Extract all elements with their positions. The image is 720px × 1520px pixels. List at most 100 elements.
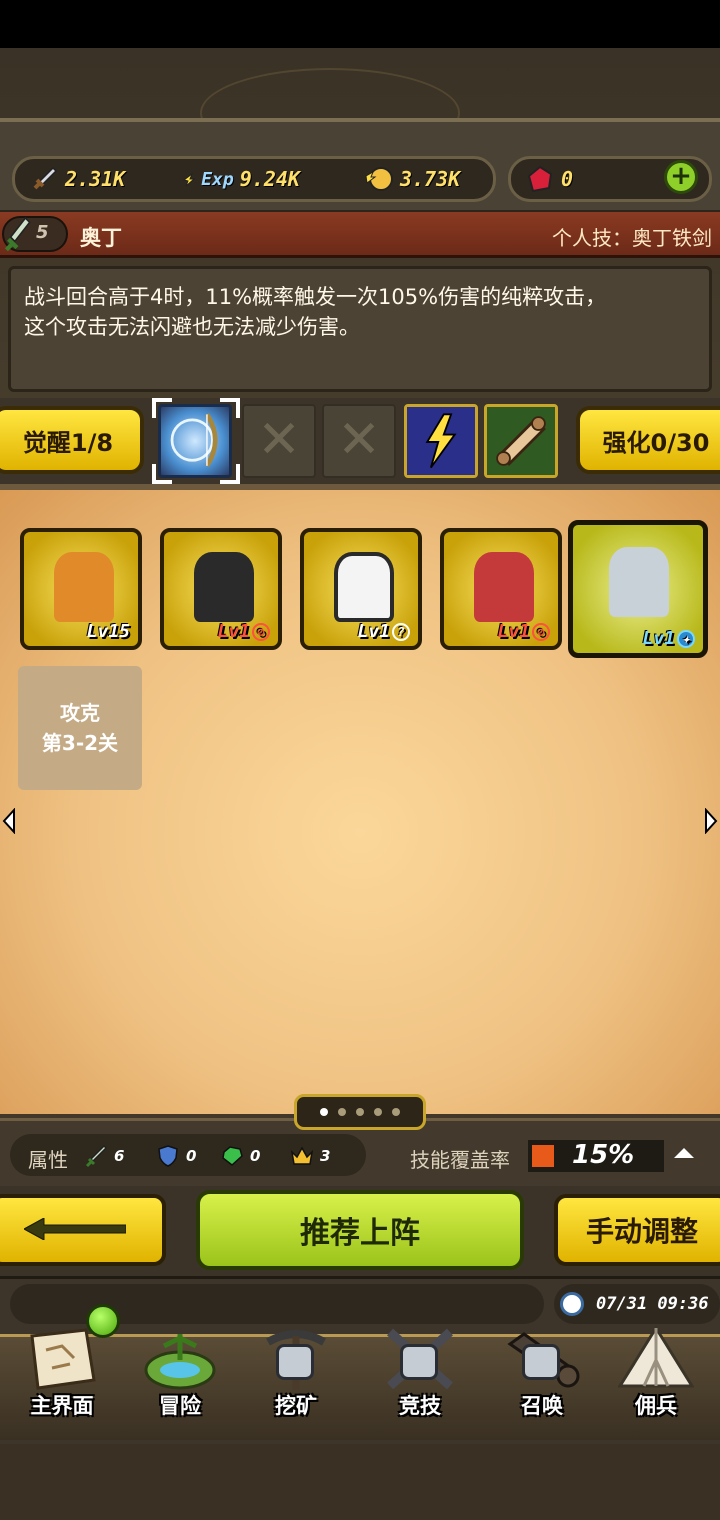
attr-gem-value: 0 xyxy=(250,1147,261,1165)
scroll-left-icon[interactable] xyxy=(2,808,16,834)
nav-arena[interactable]: 竞技 xyxy=(364,1324,476,1424)
expand-up-icon[interactable] xyxy=(674,1148,694,1158)
page-dot xyxy=(392,1108,400,1116)
skill-coverage-label: 技能覆盖率 xyxy=(410,1148,510,1172)
page-indicator xyxy=(294,1094,426,1130)
description-line-1: 战斗回合高于4时，11%概率触发一次105%伤害的纯粹攻击， xyxy=(24,285,607,309)
attr-crown-value: 3 xyxy=(320,1147,331,1165)
locked-hero-slot[interactable]: 攻克 第3-2关 xyxy=(18,666,142,790)
hero-card-1[interactable]: Lv15 xyxy=(20,528,142,650)
add-gems-button[interactable]: + xyxy=(664,160,698,194)
hero-level-badge xyxy=(2,216,68,252)
hero-card-level: Lv1 xyxy=(642,628,675,649)
gold-resource: 3.73K xyxy=(364,164,460,194)
unlock-condition-line1: 攻克 xyxy=(60,701,100,725)
selection-corner-bl xyxy=(152,464,172,484)
hero-personal-skill: 个人技：奥丁铁剑 xyxy=(552,226,712,250)
back-arrow-icon xyxy=(24,1218,126,1240)
gold-coin-icon xyxy=(365,167,393,191)
nav-main-label: 主界面 xyxy=(30,1394,94,1418)
nav-mining[interactable]: 挖矿 xyxy=(240,1324,352,1424)
lock-icon xyxy=(276,1344,314,1380)
hero-card-level-wrap: Lv1 ⊘ xyxy=(217,621,270,642)
scroll-right-icon[interactable] xyxy=(704,808,718,834)
nav-summon[interactable]: 召唤 xyxy=(486,1324,598,1424)
enhance-button[interactable]: 强化0/30 xyxy=(576,406,720,474)
forbidden-icon: ⊘ xyxy=(252,623,270,641)
hero-card-level-wrap: Lv1? xyxy=(357,621,410,642)
hero-card-level-wrap: Lv1 ✦ xyxy=(642,628,695,649)
system-status-bar xyxy=(0,0,720,48)
page-dot-active xyxy=(320,1108,328,1116)
attr-shield-value: 0 xyxy=(186,1147,197,1165)
hero-card-3[interactable]: Lv1? xyxy=(300,528,422,650)
ruby-icon xyxy=(527,165,553,193)
hero-card-level-wrap: Lv1 ⊘ xyxy=(497,621,550,642)
lock-icon xyxy=(400,1344,438,1380)
question-icon: ? xyxy=(392,623,410,641)
equip-slot-3-empty[interactable]: ✕ xyxy=(322,404,396,478)
page-dot xyxy=(338,1108,346,1116)
star-badge-icon: ✦ xyxy=(677,630,695,648)
skill-coverage-value: 15% xyxy=(572,1140,635,1170)
gem-value: 0 xyxy=(561,167,574,191)
recommend-label: 推荐上阵 xyxy=(300,1216,420,1251)
sword-class-icon xyxy=(85,1144,108,1168)
equip-slot-5[interactable] xyxy=(484,404,558,478)
attr-shield: 0 xyxy=(156,1144,196,1168)
hero-portrait xyxy=(54,552,114,622)
nav-mercenary[interactable]: 佣兵 xyxy=(600,1324,712,1424)
exp-resource: Exp 9.24K xyxy=(177,164,300,194)
attack-resource: 2.31K xyxy=(29,164,125,194)
exp-value: 9.24K xyxy=(239,167,300,191)
awaken-label: 觉醒1/8 xyxy=(22,428,114,457)
clock-time: 07/31 09:36 xyxy=(596,1294,709,1314)
exp-label: Exp xyxy=(201,168,234,190)
emerald-icon xyxy=(222,1146,243,1166)
island-icon xyxy=(144,1334,216,1390)
selection-corner-tl xyxy=(152,398,172,418)
equip-slot-4[interactable] xyxy=(404,404,478,478)
scroll-skill-icon xyxy=(487,407,555,475)
forbidden-icon: ⊘ xyxy=(532,623,550,641)
coverage-swatch xyxy=(532,1145,554,1167)
manual-adjust-button[interactable]: 手动调整 xyxy=(554,1194,720,1266)
skill-description: 战斗回合高于4时，11%概率触发一次105%伤害的纯粹攻击， 这个攻击无法闪避也… xyxy=(24,282,704,342)
lock-icon xyxy=(522,1344,560,1380)
nav-mining-label: 挖矿 xyxy=(275,1394,317,1418)
nav-main[interactable]: 主界面 xyxy=(6,1324,118,1424)
map-scroll-icon xyxy=(30,1328,96,1390)
hero-card-level: Lv1 xyxy=(217,621,250,642)
hero-card-4[interactable]: Lv1 ⊘ xyxy=(440,528,562,650)
nav-adventure[interactable]: 冒险 xyxy=(124,1324,236,1424)
hero-card-5-selected[interactable]: Lv1 ✦ xyxy=(568,520,708,658)
description-line-2: 这个攻击无法闪避也无法减少伤害。 xyxy=(24,315,360,339)
page-dot xyxy=(374,1108,382,1116)
notification-dot xyxy=(86,1304,120,1338)
gold-value: 3.73K xyxy=(399,167,461,191)
crown-icon xyxy=(290,1146,314,1165)
clock-pill: 07/31 09:36 xyxy=(554,1284,720,1324)
hero-portrait xyxy=(474,552,534,622)
hero-card-level: Lv1 xyxy=(497,621,530,642)
class-sword-icon xyxy=(4,216,31,252)
recommend-lineup-button[interactable]: 推荐上阵 xyxy=(196,1190,524,1270)
selection-corner-tr xyxy=(220,398,240,418)
panda-portrait xyxy=(334,552,394,622)
nav-summon-label: 召唤 xyxy=(521,1394,563,1418)
tent-icon xyxy=(617,1325,695,1388)
awaken-button[interactable]: 觉醒1/8 xyxy=(0,406,144,474)
hero-level: 5 xyxy=(36,222,49,243)
lightning-skill-icon xyxy=(407,407,475,475)
attr-gem: 0 xyxy=(220,1144,260,1168)
nav-arena-label: 竞技 xyxy=(399,1394,441,1418)
equip-slot-2-empty[interactable]: ✕ xyxy=(242,404,316,478)
hero-name: 奥丁 xyxy=(80,226,122,250)
nav-adventure-label: 冒险 xyxy=(159,1394,201,1418)
bottom-map-strip xyxy=(0,1444,720,1520)
hero-portrait xyxy=(609,547,669,617)
hero-card-2[interactable]: Lv1 ⊘ xyxy=(160,528,282,650)
selection-corner-br xyxy=(220,464,240,484)
page-dot xyxy=(356,1108,364,1116)
sword-icon xyxy=(33,166,58,190)
